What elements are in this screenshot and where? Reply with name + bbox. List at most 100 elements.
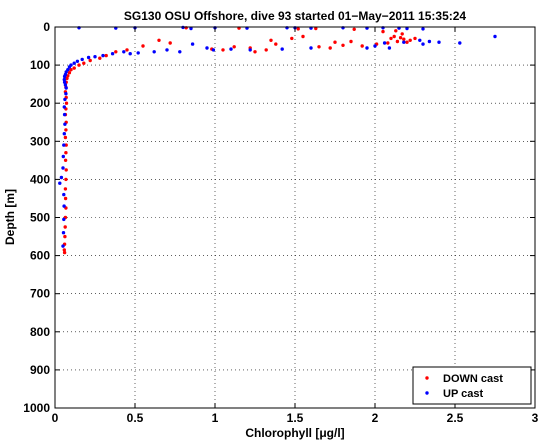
data-point-down-cast	[341, 43, 345, 47]
data-point-up-cast	[61, 244, 65, 248]
data-point-down-cast	[398, 36, 403, 40]
data-point-down-cast	[64, 168, 68, 172]
data-point-down-cast	[301, 34, 305, 39]
data-point-down-cast	[333, 40, 337, 44]
y-tick-label: 400	[30, 172, 50, 186]
data-point-up-cast	[178, 50, 182, 54]
data-point-down-cast	[400, 32, 404, 36]
data-point-up-cast	[64, 92, 68, 96]
data-point-down-cast	[413, 36, 417, 41]
y-tick-label: 700	[30, 287, 50, 301]
data-point-up-cast	[165, 48, 169, 52]
data-point-up-cast	[58, 181, 62, 185]
y-tick-label: 600	[30, 249, 50, 263]
data-point-down-cast	[98, 56, 102, 60]
x-tick-label: 3	[532, 411, 539, 425]
data-point-up-cast	[205, 46, 209, 50]
y-tick-label: 500	[30, 211, 50, 225]
legend-marker-down-cast	[425, 376, 429, 380]
data-point-down-cast	[125, 48, 129, 52]
x-tick-label: 2.5	[447, 411, 464, 425]
data-point-up-cast	[62, 204, 66, 208]
data-point-up-cast	[309, 46, 313, 50]
data-point-up-cast	[62, 143, 66, 147]
legend: DOWN cast UP cast	[412, 366, 532, 405]
y-tick-label: 800	[30, 325, 50, 339]
data-point-up-cast	[110, 52, 115, 56]
data-point-up-cast	[62, 74, 67, 79]
data-point-up-cast	[190, 42, 195, 46]
data-point-up-cast	[62, 192, 66, 197]
data-point-up-cast	[229, 47, 233, 51]
data-point-down-cast	[62, 250, 67, 255]
data-point-up-cast	[80, 57, 84, 62]
y-tick-label: 300	[30, 134, 50, 148]
data-point-down-cast	[269, 38, 273, 42]
data-point-down-cast	[296, 27, 300, 31]
data-point-down-cast	[72, 66, 76, 70]
data-point-up-cast	[402, 40, 406, 44]
data-point-down-cast	[408, 38, 412, 42]
data-point-down-cast	[64, 151, 68, 155]
data-point-up-cast	[211, 48, 216, 52]
data-point-down-cast	[395, 39, 400, 44]
x-tick-label: 0.5	[127, 411, 144, 425]
data-point-up-cast	[248, 48, 252, 52]
data-point-down-cast	[381, 29, 385, 34]
chart: 0 0.5 1 1.5 2 2.5 3 0 100 200 300 400 500 600 700 800 90…	[0, 0, 543, 442]
data-point-up-cast	[62, 217, 66, 222]
data-point-up-cast	[458, 41, 462, 45]
data-point-up-cast	[86, 55, 91, 60]
data-point-up-cast	[387, 46, 392, 50]
data-point-up-cast	[62, 132, 66, 136]
data-point-down-cast	[392, 34, 396, 39]
data-point-down-cast	[349, 39, 353, 44]
legend-marker-up-cast	[425, 391, 429, 395]
data-point-up-cast	[61, 154, 65, 159]
legend-label-up-cast: UP cast	[443, 388, 483, 400]
y-axis-label: Depth [m]	[3, 189, 17, 245]
data-point-down-cast	[157, 38, 161, 42]
data-point-up-cast	[421, 27, 425, 31]
data-point-down-cast	[221, 48, 225, 52]
data-point-up-cast	[128, 52, 132, 56]
data-point-down-cast	[402, 37, 406, 41]
data-point-up-cast	[64, 86, 68, 90]
data-point-up-cast	[373, 44, 377, 48]
x-tick-label: 0	[52, 411, 59, 425]
data-point-up-cast	[365, 46, 369, 50]
data-point-up-cast	[61, 166, 65, 170]
y-tick-label: 0	[43, 20, 50, 34]
data-point-down-cast	[63, 135, 68, 140]
data-point-down-cast	[253, 50, 257, 54]
data-point-up-cast	[75, 59, 80, 63]
y-tick-label: 1000	[23, 401, 50, 415]
data-point-down-cast	[141, 44, 145, 48]
data-point-down-cast	[64, 101, 69, 105]
data-point-up-cast	[63, 122, 67, 126]
data-point-down-cast	[328, 46, 332, 50]
y-tick-label: 100	[30, 58, 50, 72]
data-point-down-cast	[104, 53, 108, 58]
data-point-down-cast	[77, 63, 81, 67]
chart-title: SG130 OSU Offshore, dive 93 started 01−M…	[124, 9, 467, 23]
data-point-up-cast	[62, 112, 67, 117]
data-point-down-cast	[389, 36, 393, 41]
x-axis-label: Chlorophyll [μg/l]	[245, 426, 344, 440]
data-point-up-cast	[421, 42, 425, 46]
data-point-down-cast	[317, 45, 321, 49]
data-point-down-cast	[63, 234, 67, 239]
data-point-up-cast	[427, 39, 432, 44]
data-point-down-cast	[274, 42, 278, 46]
data-point-down-cast	[352, 27, 356, 31]
data-point-down-cast	[264, 48, 268, 52]
data-point-down-cast	[82, 61, 86, 65]
data-point-down-cast	[405, 40, 409, 44]
y-tick-label: 200	[30, 96, 50, 110]
x-tick-label: 2	[372, 411, 379, 425]
data-point-down-cast	[63, 225, 67, 229]
x-tick-label: 1	[212, 411, 219, 425]
data-point-up-cast	[93, 55, 97, 59]
data-point-up-cast	[101, 53, 105, 58]
data-point-down-cast	[232, 45, 236, 49]
